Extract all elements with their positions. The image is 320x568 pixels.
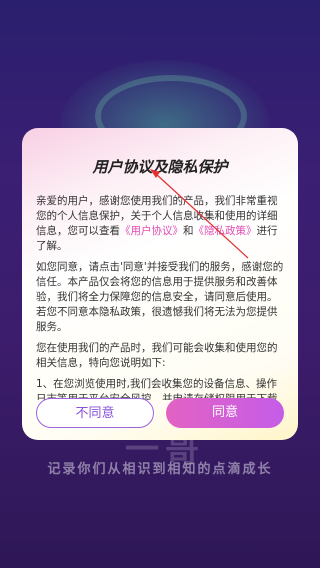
annotation-arrow-icon bbox=[150, 169, 249, 259]
